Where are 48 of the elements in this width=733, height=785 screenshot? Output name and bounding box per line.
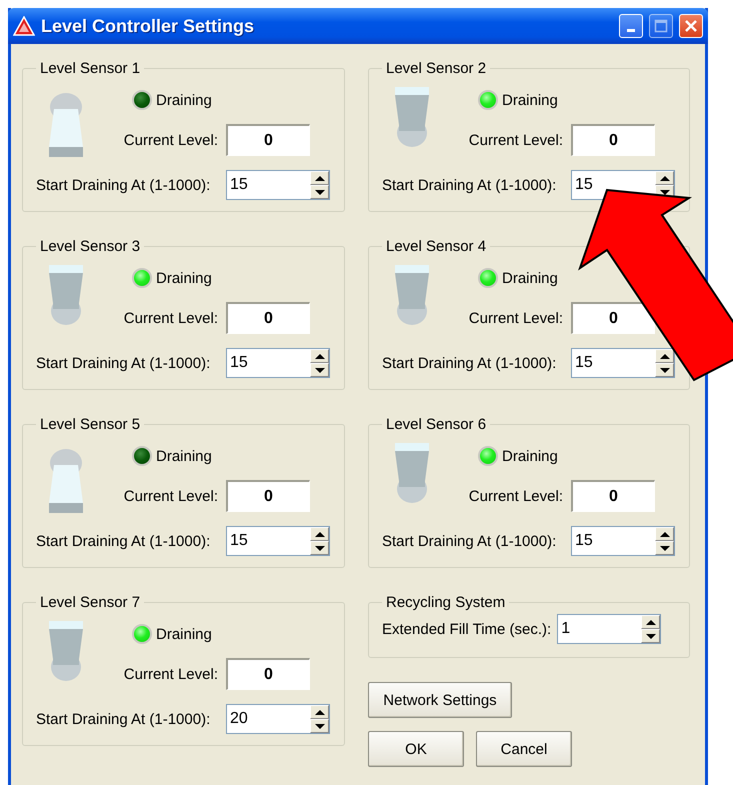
field-label: Current Level:: [124, 132, 218, 148]
level-readout: 0: [571, 124, 655, 156]
level-readout: 0: [226, 480, 310, 512]
status-label: Draining: [502, 270, 558, 286]
level-readout: 0: [571, 480, 655, 512]
field-label: Current Level:: [124, 666, 218, 682]
field-label: Current Level:: [468, 310, 563, 326]
level-readout: 0: [571, 302, 655, 334]
field-label: Current Level:: [124, 310, 218, 326]
field-label: Start Draining At (1-1000):: [36, 710, 210, 728]
level-readout: 0: [226, 124, 310, 156]
app-icon: [13, 16, 35, 36]
status-label: Draining: [502, 448, 558, 464]
status-label: Draining: [502, 92, 558, 108]
field-label: Current Level:: [124, 488, 218, 504]
group-title: Level Sensor 6: [385, 416, 488, 433]
cancel-button[interactable]: Cancel: [476, 731, 572, 767]
window-title: Level Controller Settings: [41, 16, 256, 36]
status-label: Draining: [156, 270, 212, 286]
minimize-button[interactable]: [619, 14, 643, 38]
field-label: Current Level:: [468, 132, 563, 148]
level-readout: 0: [226, 658, 310, 690]
group-title: Level Sensor 4: [385, 238, 488, 255]
group-title: Level Sensor 7: [39, 594, 142, 611]
network-settings-button[interactable]: Network Settings: [368, 682, 512, 718]
field-label: Current Level:: [468, 488, 563, 504]
field-label: Start Draining At (1-1000):: [36, 354, 210, 372]
maximize-button[interactable]: [649, 14, 673, 38]
group-title: Level Sensor 2: [385, 60, 488, 77]
group-title: Level Sensor 1: [39, 60, 142, 77]
group-title: Recycling System: [385, 594, 506, 611]
ok-button[interactable]: OK: [368, 731, 464, 767]
status-label: Draining: [156, 626, 212, 642]
minimize-icon: [627, 28, 635, 32]
close-icon: [684, 19, 698, 33]
field-label: Start Draining At (1-1000):: [382, 532, 556, 550]
maximize-icon: [654, 19, 668, 33]
field-label: Start Draining At (1-1000):: [382, 176, 556, 194]
group-title: Level Sensor 5: [39, 416, 142, 433]
level-readout: 0: [226, 302, 310, 334]
group-title: Level Sensor 3: [39, 238, 142, 255]
field-label: Start Draining At (1-1000):: [382, 354, 556, 372]
field-label: Start Draining At (1-1000):: [36, 532, 210, 550]
field-label: Extended Fill Time (sec.):: [382, 620, 552, 638]
field-label: Start Draining At (1-1000):: [36, 176, 210, 194]
status-label: Draining: [156, 448, 212, 464]
close-button[interactable]: [679, 14, 703, 38]
status-label: Draining: [156, 92, 212, 108]
